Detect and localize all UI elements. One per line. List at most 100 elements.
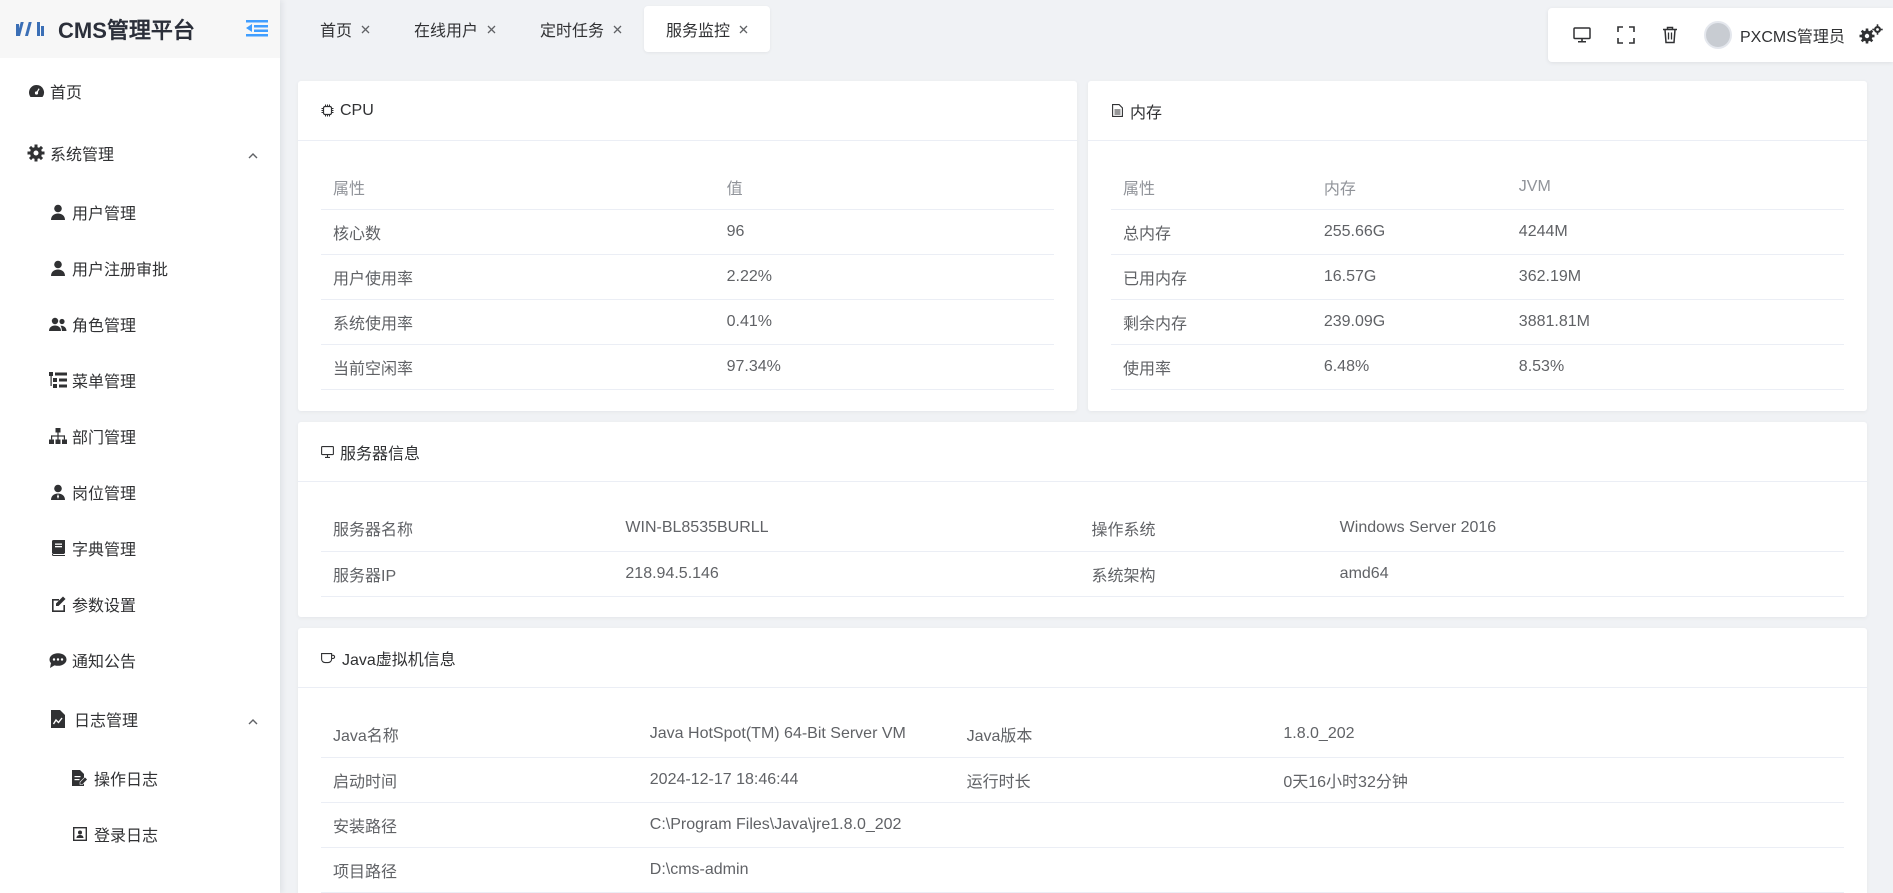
table-cell: Java版本 [954, 712, 1272, 758]
card-header: 内存 [1088, 81, 1867, 141]
column-header: JVM [1506, 165, 1844, 210]
table-row: 启动时间 2024-12-17 18:46:44 运行时长 0天16小时32分钟 [321, 757, 1844, 803]
table-cell: 当前空闲率 [321, 344, 715, 390]
table-row: Java名称 Java HotSpot(TM) 64-Bit Server VM… [321, 712, 1844, 758]
sidebar-item-label: 部门管理 [72, 430, 137, 447]
sidebar-item-label: 字典管理 [72, 542, 137, 559]
table-cell: 0.41% [714, 299, 1054, 345]
coffee-cup-icon [320, 651, 336, 665]
card-header: CPU [298, 81, 1077, 141]
table-row: 项目路径 D:\cms-admin [321, 847, 1844, 893]
trash-icon[interactable] [1659, 24, 1681, 46]
user-icon [48, 202, 68, 222]
table-cell: 1.8.0_202 [1271, 712, 1844, 758]
table-cell: 362.19M [1506, 254, 1844, 300]
sidebar-item-menus[interactable]: 菜单管理 [0, 352, 280, 408]
file-pen-icon [70, 768, 90, 788]
table-row: 核心数 96 [321, 209, 1054, 255]
close-icon[interactable] [360, 24, 370, 34]
table-cell: WIN-BL8535BURLL [613, 506, 1080, 552]
sidebar-item-system[interactable]: 系统管理 [0, 122, 280, 184]
sidebar-item-positions[interactable]: 岗位管理 [0, 464, 280, 520]
jvm-info-table: Java名称 Java HotSpot(TM) 64-Bit Server VM… [321, 712, 1844, 893]
users-icon [48, 314, 68, 334]
sidebar-item-operation-log[interactable]: 操作日志 [0, 750, 280, 806]
book-icon [48, 538, 68, 558]
sidebar-item-registration-approval[interactable]: 用户注册审批 [0, 240, 280, 296]
table-cell: 218.94.5.146 [613, 551, 1080, 597]
sidebar-item-home[interactable]: 首页 [0, 60, 280, 122]
sidebar-item-parameters[interactable]: 参数设置 [0, 576, 280, 632]
cpu-table: 属性 值 核心数 96 用户使用率 2.22% 系统使用率 0.41% 当前空闲率 97… [321, 165, 1054, 390]
sidebar-item-label: 首页 [50, 85, 83, 102]
jvm-info-card: Java虚拟机信息 Java名称 Java HotSpot(TM) 64-Bit… [298, 628, 1867, 893]
sidebar-item-login-log[interactable]: 登录日志 [0, 806, 280, 862]
tab-scheduled-tasks[interactable]: 定时任务 [518, 6, 644, 52]
card-header: 服务器信息 [298, 422, 1867, 482]
file-chart-icon [48, 709, 68, 729]
sidebar-item-label: 角色管理 [72, 318, 137, 335]
table-cell: 系统架构 [1079, 551, 1328, 597]
table-row: 剩余内存 239.09G 3881.81M [1111, 299, 1844, 345]
table-cell: 项目路径 [321, 847, 638, 893]
sidebar-item-label: 用户注册审批 [72, 262, 169, 279]
logo-area[interactable]: CMS管理平台 [0, 0, 280, 58]
tab-label: 服务监控 [666, 23, 731, 40]
table-cell: 使用率 [1111, 344, 1312, 390]
sidebar-item-label: 用户管理 [72, 206, 137, 223]
sidebar-item-roles[interactable]: 角色管理 [0, 296, 280, 352]
server-info-table: 服务器名称 WIN-BL8535BURLL 操作系统 Windows Serve… [321, 506, 1844, 597]
table-row: 使用率 6.48% 8.53% [1111, 344, 1844, 390]
monitor-icon[interactable] [1571, 24, 1593, 46]
monitor-icon [320, 445, 334, 459]
table-cell: 已用内存 [1111, 254, 1312, 300]
header-toolbar: PXCMS管理员 [1548, 8, 1893, 62]
close-icon[interactable] [486, 24, 496, 34]
avatar [1704, 21, 1732, 49]
tab-home[interactable]: 首页 [298, 6, 392, 52]
user-menu[interactable]: PXCMS管理员 [1704, 21, 1845, 49]
sidebar-item-departments[interactable]: 部门管理 [0, 408, 280, 464]
table-cell: 4244M [1506, 209, 1844, 255]
tab-label: 定时任务 [540, 23, 605, 40]
sidebar-item-dictionary[interactable]: 字典管理 [0, 520, 280, 576]
table-cell: 16.57G [1311, 254, 1507, 300]
memory-table: 属性 内存 JVM 总内存 255.66G 4244M 已用内存 16.57G 362.… [1111, 165, 1844, 390]
table-cell: 2024-12-17 18:46:44 [637, 757, 955, 803]
sidebar-item-notices[interactable]: 通知公告 [0, 632, 280, 688]
table-cell: 6.48% [1311, 344, 1507, 390]
table-cell: 2.22% [714, 254, 1054, 300]
tab-service-monitor[interactable]: 服务监控 [644, 6, 771, 52]
table-cell: D:\cms-admin [637, 847, 1844, 893]
table-cell: amd64 [1327, 551, 1844, 597]
sidebar-item-users[interactable]: 用户管理 [0, 184, 280, 240]
sidebar-collapse-icon[interactable] [246, 19, 268, 37]
table-row: 用户使用率 2.22% [321, 254, 1054, 300]
table-cell: 服务器IP [321, 551, 614, 597]
table-cell: 剩余内存 [1111, 299, 1312, 345]
table-cell: 97.34% [714, 344, 1054, 390]
close-icon[interactable] [738, 24, 748, 34]
memory-card: 内存 属性 内存 JVM 总内存 255.66G 4244M 已用内存 16.57G 3… [1088, 81, 1867, 411]
tab-label: 首页 [320, 23, 353, 40]
card-title: 内存 [1130, 104, 1163, 122]
sidebar-item-label: 岗位管理 [72, 486, 137, 503]
close-icon[interactable] [612, 24, 622, 34]
sidebar-item-logs[interactable]: 日志管理 [0, 688, 280, 750]
table-cell: 启动时间 [321, 757, 638, 803]
tree-list-icon [48, 370, 68, 390]
table-cell: Java名称 [321, 712, 638, 758]
table-row: 系统使用率 0.41% [321, 299, 1054, 345]
sidebar-item-label: 通知公告 [72, 654, 137, 671]
table-row: 当前空闲率 97.34% [321, 344, 1054, 390]
table-row: 服务器IP 218.94.5.146 系统架构 amd64 [321, 551, 1844, 597]
fullscreen-icon[interactable] [1615, 24, 1637, 46]
table-row: 安装路径 C:\Program Files\Java\jre1.8.0_202 [321, 802, 1844, 848]
sidebar-item-label: 登录日志 [94, 828, 159, 845]
sitemap-icon [48, 426, 68, 446]
chevron-up-icon [248, 714, 258, 725]
cogs-icon[interactable] [1859, 24, 1885, 46]
table-cell: 96 [714, 209, 1054, 255]
table-row: 服务器名称 WIN-BL8535BURLL 操作系统 Windows Serve… [321, 506, 1844, 552]
tab-online-users[interactable]: 在线用户 [392, 6, 518, 52]
